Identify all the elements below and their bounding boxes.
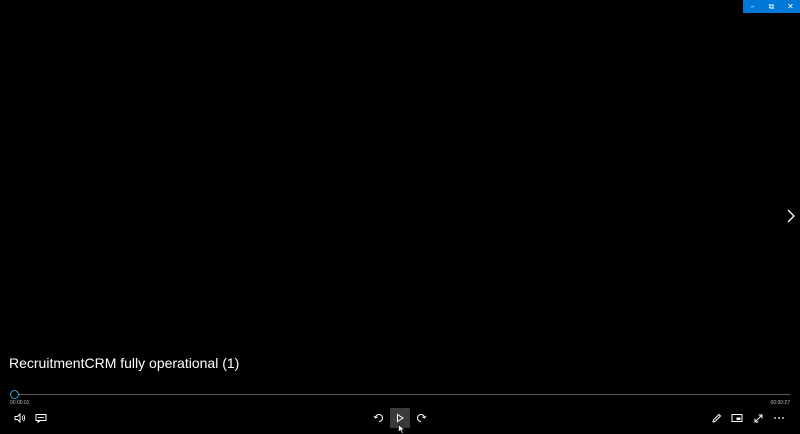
video-title: RecruitmentCRM fully operational (1) bbox=[9, 355, 240, 371]
more-options-button[interactable] bbox=[769, 408, 789, 428]
restore-button[interactable]: ⧉ bbox=[762, 0, 781, 13]
skip-back-button[interactable] bbox=[369, 408, 389, 428]
mini-view-button[interactable] bbox=[727, 408, 747, 428]
minimize-button[interactable]: – bbox=[743, 0, 762, 13]
mini-view-icon bbox=[731, 414, 743, 422]
captions-icon bbox=[35, 414, 47, 423]
seek-bar[interactable] bbox=[12, 394, 790, 395]
skip-back-10-icon bbox=[373, 414, 383, 422]
edit-button[interactable] bbox=[706, 408, 726, 428]
total-time: 00:00:27 bbox=[770, 400, 790, 406]
edit-icon bbox=[711, 413, 721, 423]
more-icon bbox=[774, 417, 784, 419]
mouse-cursor-icon bbox=[398, 424, 406, 434]
media-player-window: – ⧉ ✕ RecruitmentCRM fully operational (… bbox=[0, 0, 800, 434]
volume-icon bbox=[14, 413, 26, 423]
skip-forward-30-icon bbox=[417, 414, 427, 422]
next-video-button[interactable] bbox=[785, 207, 797, 225]
close-button[interactable]: ✕ bbox=[781, 0, 800, 13]
volume-button[interactable] bbox=[10, 408, 30, 428]
fullscreen-icon bbox=[754, 414, 762, 422]
current-time: 00:00:01 bbox=[10, 400, 30, 406]
window-controls: – ⧉ ✕ bbox=[743, 0, 800, 13]
chevron-right-icon bbox=[787, 209, 795, 223]
skip-forward-button[interactable] bbox=[411, 408, 431, 428]
fullscreen-button[interactable] bbox=[748, 408, 768, 428]
play-icon bbox=[397, 413, 404, 423]
seek-thumb[interactable] bbox=[10, 390, 19, 399]
captions-button[interactable] bbox=[31, 408, 51, 428]
